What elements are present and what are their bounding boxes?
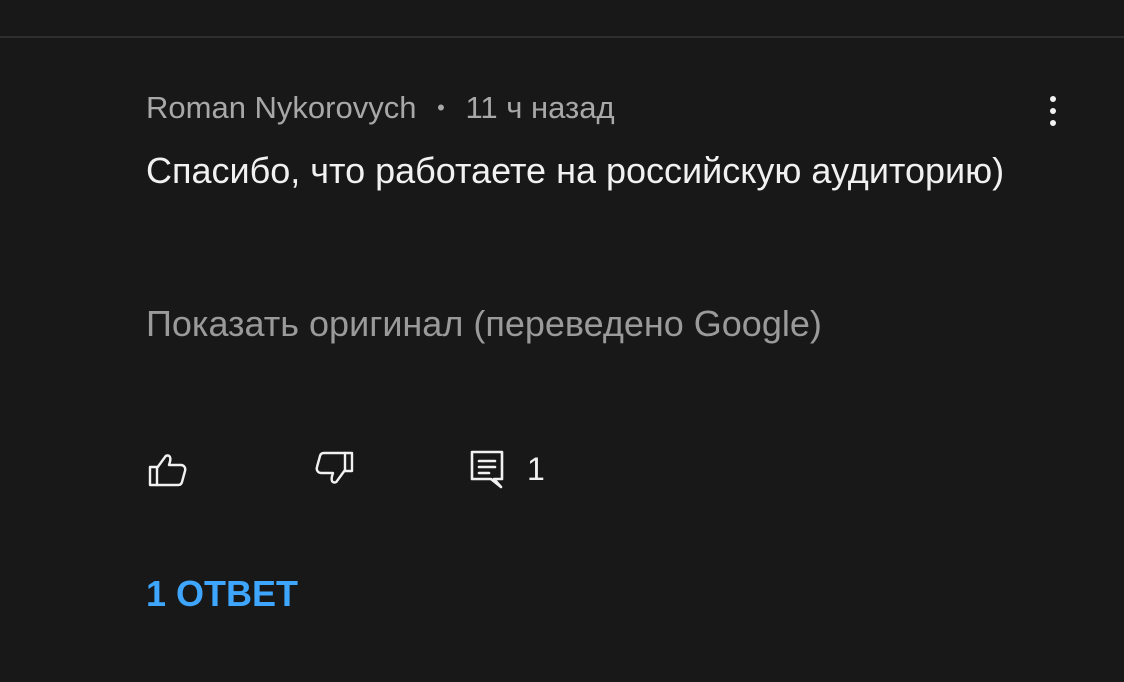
- author-name[interactable]: Roman Nykorovych: [146, 90, 416, 125]
- meta-separator: •: [437, 95, 445, 120]
- like-button[interactable]: [146, 446, 188, 492]
- dislike-button[interactable]: [314, 446, 356, 492]
- show-original-link[interactable]: Показать оригинал (переведено Google): [146, 301, 822, 347]
- more-options-button[interactable]: [1033, 88, 1073, 134]
- comment-text: Спасибо, что работаете на российскую ауд…: [146, 150, 1005, 191]
- comment-icon: [470, 450, 504, 489]
- comment-time: 11 ч назад: [465, 90, 615, 125]
- comment-meta: Roman Nykorovych • 11 ч назад: [146, 88, 615, 128]
- reply-button[interactable]: 1: [467, 446, 545, 492]
- view-replies-button[interactable]: 1 ОТВЕТ: [146, 570, 298, 618]
- thumbs-down-icon: [315, 451, 354, 484]
- comment-item: Roman Nykorovych • 11 ч назад Спасибо, ч…: [0, 0, 1124, 682]
- more-vertical-icon: [1050, 96, 1056, 102]
- reply-count: 1: [527, 451, 545, 487]
- thumbs-up-icon: [148, 454, 187, 487]
